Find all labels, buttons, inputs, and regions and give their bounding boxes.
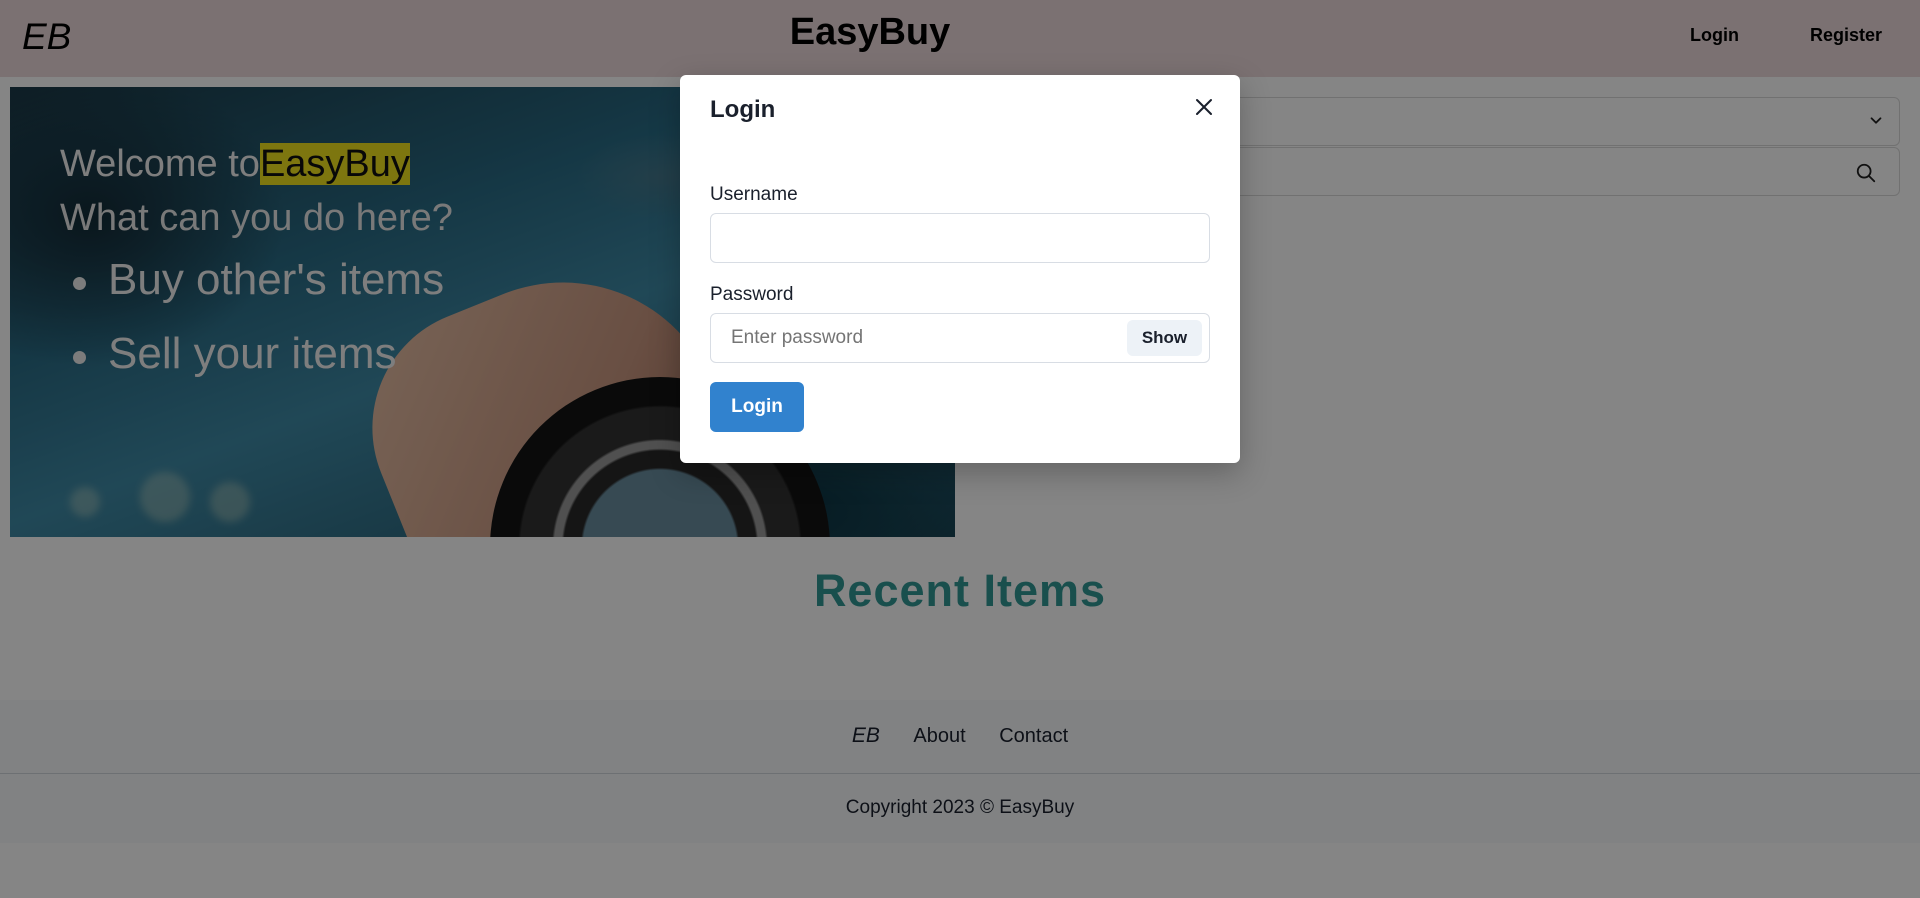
login-submit-button[interactable]: Login xyxy=(710,382,804,432)
modal-title: Login xyxy=(710,96,776,123)
close-icon[interactable] xyxy=(1190,93,1218,121)
login-modal: Login Username Password Show Login xyxy=(680,75,1240,463)
show-password-button[interactable]: Show xyxy=(1127,320,1202,356)
username-label: Username xyxy=(710,184,798,205)
username-field[interactable] xyxy=(710,213,1210,263)
password-label: Password xyxy=(710,284,794,305)
